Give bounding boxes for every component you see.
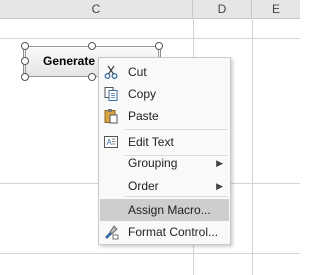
- menu-item-copy[interactable]: Copy: [100, 83, 229, 105]
- menu-item-label: Grouping: [128, 156, 178, 170]
- chevron-right-icon: ▶: [216, 181, 223, 191]
- menu-item-label: Paste: [128, 109, 159, 123]
- column-header-c[interactable]: C: [0, 0, 193, 18]
- paste-icon: [104, 109, 118, 124]
- menu-item-label: Edit Text: [128, 135, 174, 149]
- edit-text-icon: A: [104, 136, 118, 148]
- column-header-d[interactable]: D: [193, 0, 252, 18]
- context-menu: Cut Copy Paste A Edit Text Grouping ▶ Or…: [98, 57, 231, 245]
- resize-handle-top[interactable]: [88, 42, 96, 50]
- resize-handle-bottom-left[interactable]: [21, 73, 29, 81]
- format-control-icon: [105, 225, 119, 240]
- copy-icon: [104, 87, 118, 101]
- menu-separator: [125, 129, 228, 130]
- menu-item-label: Order: [128, 179, 159, 193]
- resize-handle-left[interactable]: [21, 57, 29, 65]
- scissors-icon: [104, 65, 118, 79]
- svg-text:A: A: [107, 138, 113, 147]
- resize-handle-top-left[interactable]: [21, 42, 29, 50]
- gridline-horizontal: [0, 253, 300, 254]
- menu-item-cut[interactable]: Cut: [100, 61, 229, 83]
- menu-item-assign-macro[interactable]: Assign Macro...: [100, 199, 229, 221]
- menu-item-paste[interactable]: Paste: [100, 105, 229, 127]
- column-header-bar: C D E: [0, 0, 300, 19]
- resize-handle-bottom[interactable]: [88, 73, 96, 81]
- menu-item-edit-text[interactable]: A Edit Text: [100, 131, 229, 153]
- menu-item-label: Assign Macro...: [128, 203, 211, 217]
- gridline-horizontal: [0, 38, 300, 39]
- column-header-e[interactable]: E: [252, 0, 300, 18]
- chevron-right-icon: ▶: [216, 158, 223, 168]
- menu-separator: [125, 196, 228, 197]
- menu-item-label: Cut: [128, 65, 147, 79]
- resize-handle-top-right[interactable]: [155, 42, 163, 50]
- menu-item-format-control[interactable]: Format Control...: [100, 221, 229, 243]
- menu-item-grouping[interactable]: Grouping ▶: [100, 152, 229, 174]
- gridline-vertical: [252, 18, 253, 275]
- menu-item-label: Format Control...: [128, 225, 219, 239]
- menu-item-label: Copy: [128, 87, 157, 101]
- menu-item-order[interactable]: Order ▶: [100, 175, 229, 197]
